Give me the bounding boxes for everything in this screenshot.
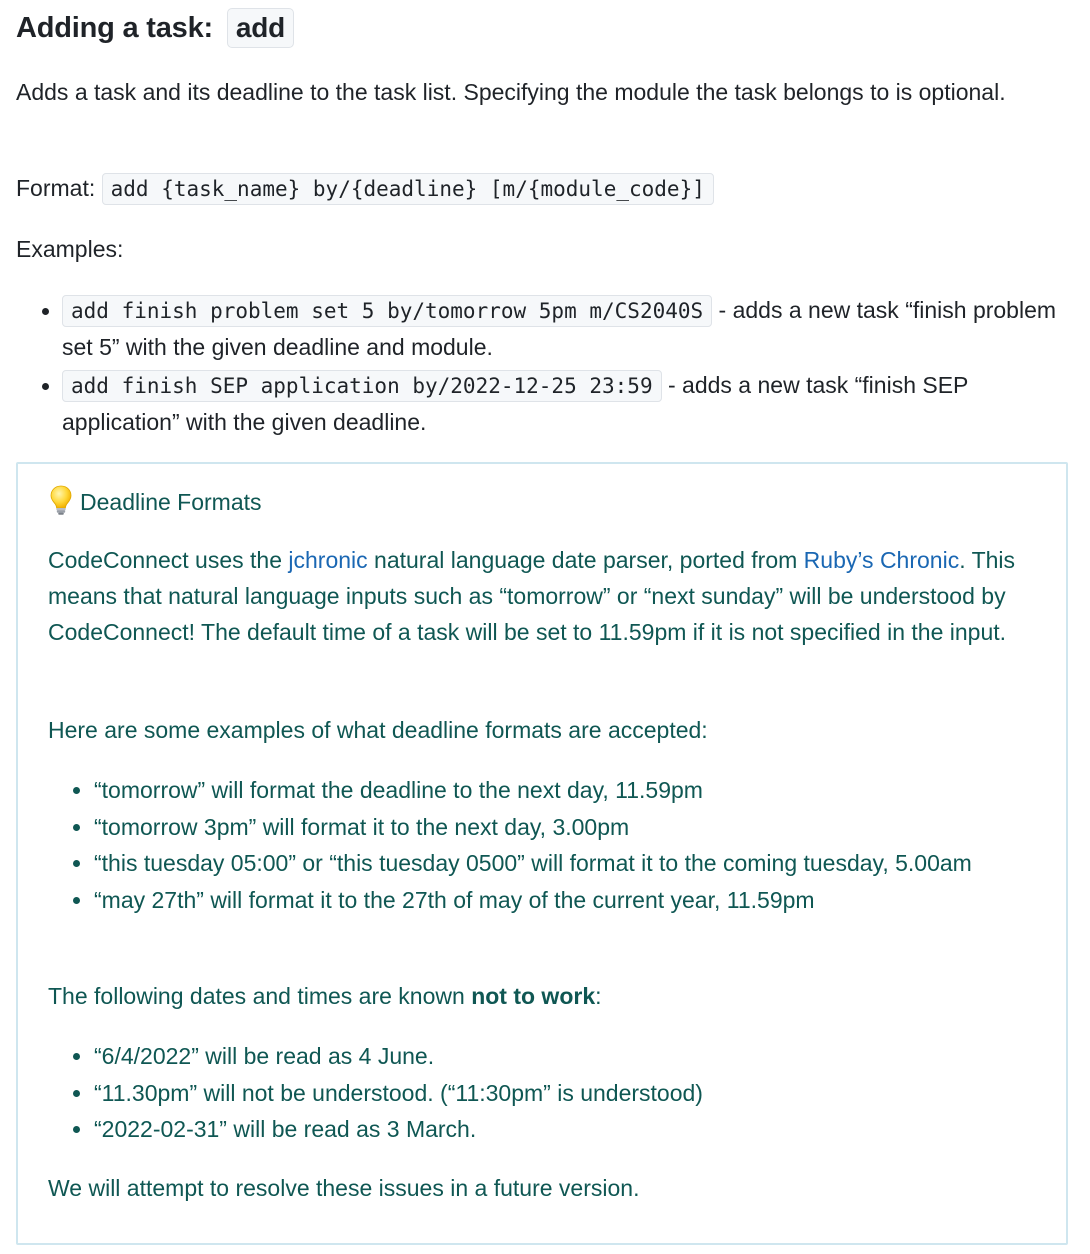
list-item: “6/4/2022” will be read as 4 June. xyxy=(94,1038,1024,1075)
list-item: “may 27th” will format it to the 27th of… xyxy=(94,882,1024,919)
section-title: Adding a task: add xyxy=(16,6,295,50)
tip-header: Deadline Formats xyxy=(48,484,262,519)
tip-paragraph-accepted-intro: Here are some examples of what deadline … xyxy=(48,717,708,743)
not-working-list: “6/4/2022” will be read as 4 June. “11.3… xyxy=(48,1038,1024,1148)
examples-list: add finish problem set 5 by/tomorrow 5pm… xyxy=(16,292,1062,442)
example-code: add finish problem set 5 by/tomorrow 5pm… xyxy=(62,295,713,327)
list-item: “tomorrow 3pm” will format it to the nex… xyxy=(94,809,1024,846)
jchronic-link[interactable]: jchronic xyxy=(288,547,367,573)
tip-paragraph-future: We will attempt to resolve these issues … xyxy=(48,1175,640,1201)
tip-paragraph-parser: CodeConnect uses the jchronic natural la… xyxy=(48,542,1038,650)
list-item: add finish SEP application by/2022-12-25… xyxy=(62,367,1062,440)
section-title-code: add xyxy=(226,8,295,48)
section-title-text: Adding a task: xyxy=(16,12,213,44)
tip-text: : xyxy=(595,983,602,1009)
list-item: add finish problem set 5 by/tomorrow 5pm… xyxy=(62,292,1062,365)
chronic-link[interactable]: Ruby’s Chronic xyxy=(804,547,960,573)
list-item: “tomorrow” will format the deadline to t… xyxy=(94,772,1024,809)
format-label: Format: xyxy=(16,175,96,201)
tip-title: Deadline Formats xyxy=(80,489,262,515)
tip-paragraph-not-working: The following dates and times are known … xyxy=(48,978,1038,1014)
examples-label: Examples: xyxy=(16,236,124,262)
tip-callout: Deadline Formats CodeConnect uses the jc… xyxy=(16,462,1068,1245)
list-item: “11.30pm” will not be understood. (“11:3… xyxy=(94,1075,1024,1112)
format-code: add {task_name} by/{deadline} [m/{module… xyxy=(101,173,714,205)
list-item: “this tuesday 05:00” or “this tuesday 05… xyxy=(94,845,1024,882)
example-code: add finish SEP application by/2022-12-25… xyxy=(62,370,662,402)
accepted-formats-list: “tomorrow” will format the deadline to t… xyxy=(48,772,1024,918)
tip-text: CodeConnect uses the xyxy=(48,547,289,573)
intro-paragraph: Adds a task and its deadline to the task… xyxy=(16,79,1006,105)
tip-bold-text: not to work xyxy=(471,983,596,1009)
tip-text: The following dates and times are known xyxy=(48,983,472,1009)
list-item: “2022-02-31” will be read as 3 March. xyxy=(94,1111,1024,1148)
format-line: Format: add {task_name} by/{deadline} [m… xyxy=(16,170,714,207)
tip-text: natural language date parser, ported fro… xyxy=(367,547,804,573)
lightbulb-icon xyxy=(50,485,72,515)
